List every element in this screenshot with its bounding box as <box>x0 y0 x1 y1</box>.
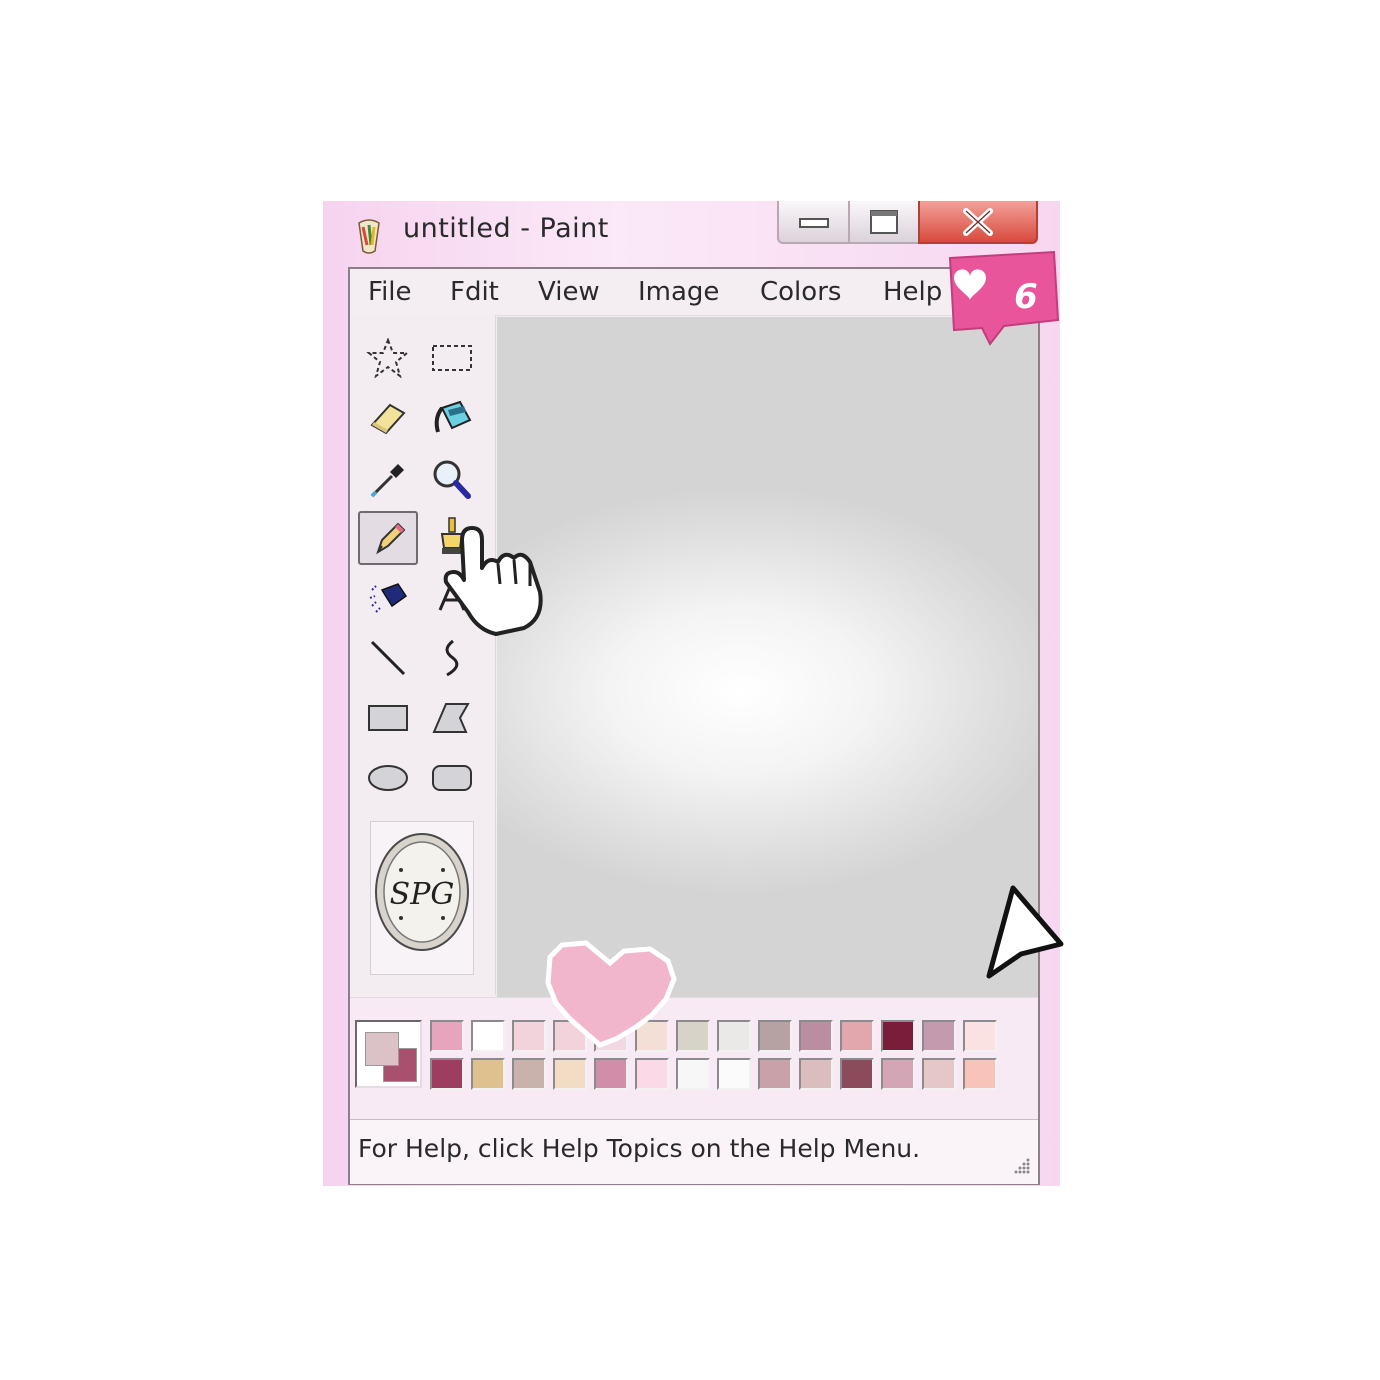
window-title: untitled - Paint <box>403 213 609 244</box>
palette-swatch[interactable] <box>758 1020 792 1052</box>
free-form-select-icon <box>366 338 410 378</box>
polygon-icon <box>432 703 470 733</box>
maximize-button[interactable] <box>848 201 920 244</box>
tool-color-picker[interactable] <box>358 453 418 507</box>
palette-swatch[interactable] <box>430 1058 464 1090</box>
monogram-seal-icon: SPG <box>375 833 469 951</box>
hand-cursor-icon <box>443 526 543 636</box>
minimize-button[interactable] <box>777 201 850 244</box>
palette-swatch[interactable] <box>717 1020 751 1052</box>
tool-options-box: SPG <box>370 821 474 975</box>
current-colors[interactable] <box>355 1020 422 1088</box>
close-button[interactable] <box>918 201 1038 244</box>
minimize-icon <box>798 217 829 228</box>
tool-ellipse[interactable] <box>358 751 418 805</box>
palette-swatch[interactable] <box>922 1020 956 1052</box>
palette-swatch[interactable] <box>512 1058 546 1090</box>
tool-free-form-select[interactable] <box>358 331 418 385</box>
arrow-cursor-icon <box>986 885 1064 979</box>
menu-edit[interactable]: Fdit <box>450 277 499 307</box>
palette-swatch[interactable] <box>430 1020 464 1052</box>
palette-swatch[interactable] <box>635 1058 669 1090</box>
tool-pencil[interactable] <box>358 511 418 565</box>
rounded-rectangle-icon <box>432 765 472 791</box>
resize-grip-icon[interactable] <box>1012 1156 1032 1176</box>
drawing-canvas[interactable] <box>497 317 1038 997</box>
color-palette <box>350 997 1038 1118</box>
rectangle-select-icon <box>432 345 472 371</box>
tool-fill[interactable] <box>422 391 482 445</box>
pencil-icon <box>376 522 406 555</box>
tool-magnifier[interactable] <box>422 453 482 507</box>
tool-airbrush[interactable] <box>358 569 418 623</box>
tool-eraser[interactable] <box>358 391 418 445</box>
tool-rectangle[interactable] <box>358 691 418 745</box>
palette-swatch[interactable] <box>717 1058 751 1090</box>
menu-image[interactable]: Image <box>638 277 719 307</box>
palette-swatch[interactable] <box>922 1058 956 1090</box>
palette-swatch[interactable] <box>471 1058 505 1090</box>
color-picker-icon <box>370 464 404 498</box>
menu-view[interactable]: View <box>538 277 600 307</box>
palette-swatch[interactable] <box>676 1020 710 1052</box>
status-bar: For Help, click Help Topics on the Help … <box>350 1119 1038 1184</box>
status-text: For Help, click Help Topics on the Help … <box>358 1134 921 1163</box>
tool-polygon[interactable] <box>422 691 482 745</box>
palette-swatch[interactable] <box>799 1058 833 1090</box>
palette-swatch[interactable] <box>676 1058 710 1090</box>
palette-swatch[interactable] <box>963 1020 997 1052</box>
palette-swatch[interactable] <box>471 1020 505 1052</box>
palette-swatch[interactable] <box>758 1058 792 1090</box>
menu-colors[interactable]: Colors <box>760 277 841 307</box>
tool-rectangle-select[interactable] <box>422 331 482 385</box>
palette-swatch[interactable] <box>840 1058 874 1090</box>
like-notification-badge[interactable]: 6 <box>942 244 1062 352</box>
palette-swatch[interactable] <box>594 1058 628 1090</box>
palette-swatch[interactable] <box>963 1058 997 1090</box>
airbrush-icon <box>369 583 408 613</box>
foreground-color[interactable] <box>365 1032 399 1066</box>
menu-help[interactable]: Help <box>883 277 942 307</box>
magnifier-icon <box>433 460 471 499</box>
menu-file[interactable]: File <box>368 277 412 307</box>
tool-line[interactable] <box>358 631 418 685</box>
menu-bar: File Fdit View Image Colors Help <box>350 269 1038 316</box>
eraser-icon <box>370 403 406 435</box>
like-count: 6 <box>1014 277 1038 317</box>
paint-app-icon <box>358 219 380 254</box>
palette-swatch[interactable] <box>881 1020 915 1052</box>
rectangle-icon <box>368 705 408 731</box>
paint-client-area: File Fdit View Image Colors Help SPG For… <box>348 267 1040 1185</box>
palette-swatch[interactable] <box>553 1058 587 1090</box>
maximize-icon <box>870 209 898 234</box>
tool-rounded-rectangle[interactable] <box>422 751 482 805</box>
curve-icon <box>445 639 459 677</box>
palette-swatch[interactable] <box>799 1020 833 1052</box>
fill-bucket-icon <box>434 400 472 433</box>
svg-text:SPG: SPG <box>390 877 455 912</box>
palette-swatch[interactable] <box>840 1020 874 1052</box>
line-icon <box>370 640 406 676</box>
close-icon <box>963 207 993 236</box>
toolbox: SPG <box>350 315 496 995</box>
ellipse-icon <box>368 765 408 791</box>
pixel-heart-sticker <box>545 940 677 1048</box>
palette-swatch[interactable] <box>881 1058 915 1090</box>
